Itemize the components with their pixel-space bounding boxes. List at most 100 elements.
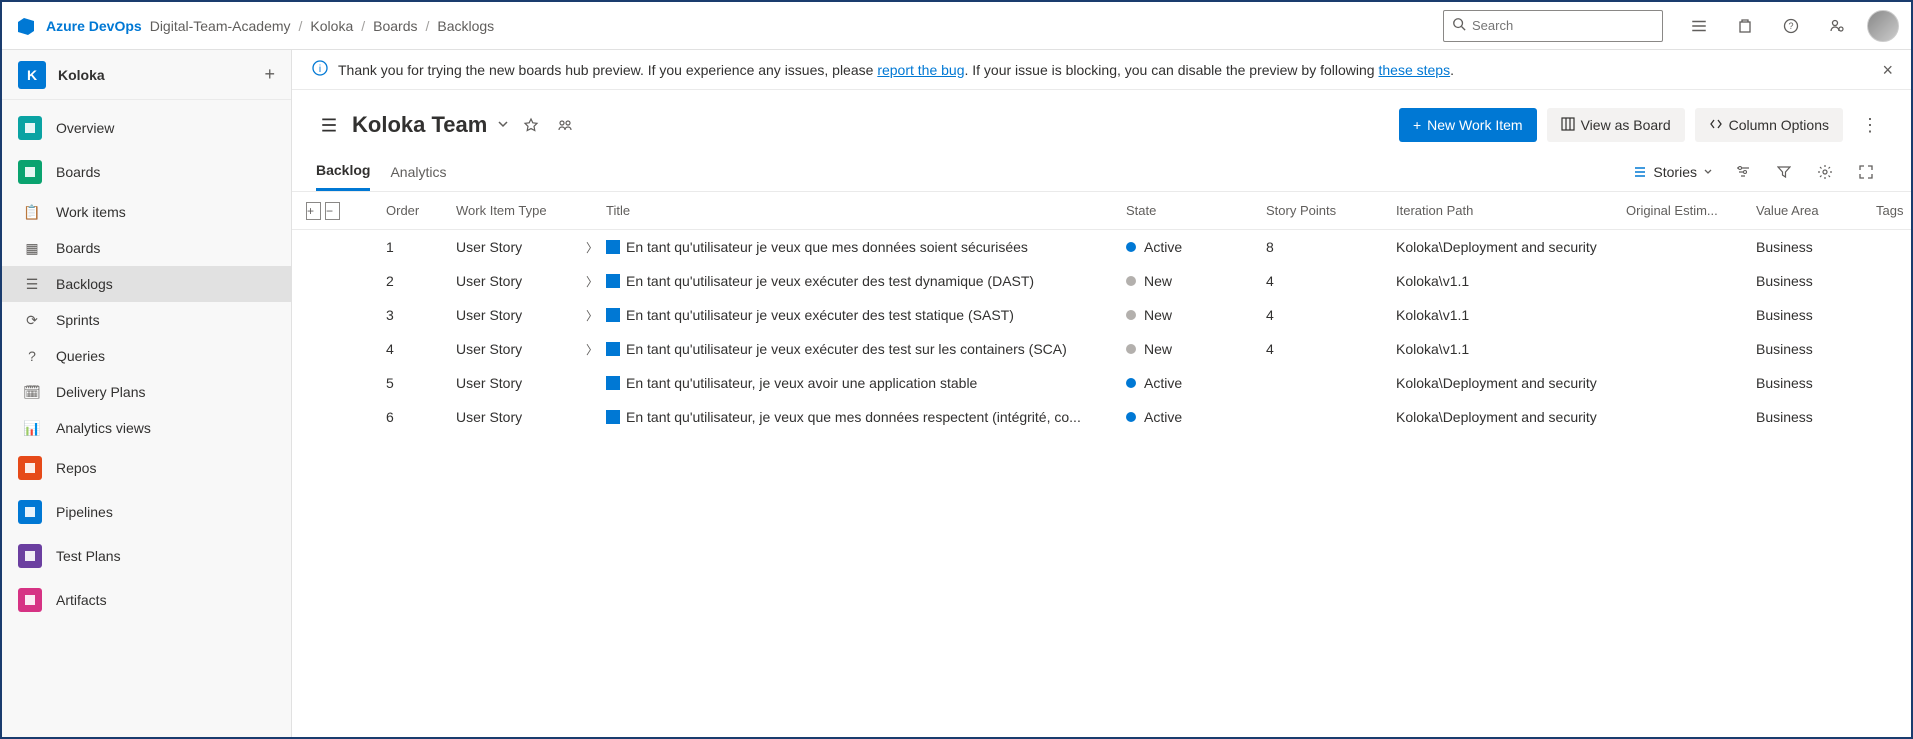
breadcrumb-item[interactable]: Koloka bbox=[310, 18, 353, 34]
team-members-icon[interactable] bbox=[553, 113, 577, 137]
sidebar-sub-label: Sprints bbox=[56, 312, 100, 328]
sidebar-sub-analytics-views[interactable]: 📊Analytics views bbox=[2, 410, 291, 446]
favorite-star-icon[interactable] bbox=[519, 113, 543, 137]
more-actions-icon[interactable]: ⋮ bbox=[1853, 115, 1887, 136]
user-settings-icon[interactable] bbox=[1821, 10, 1853, 42]
sidebar-sub-queries[interactable]: ?Queries bbox=[2, 338, 291, 374]
filter-icon[interactable] bbox=[1773, 161, 1795, 183]
cell-title[interactable]: En tant qu'utilisateur, je veux que mes … bbox=[606, 409, 1126, 425]
new-work-item-button[interactable]: + New Work Item bbox=[1399, 108, 1537, 142]
col-title[interactable]: Title bbox=[606, 203, 1126, 218]
cell-iteration: Koloka\Deployment and security bbox=[1396, 409, 1626, 425]
sidebar-sub-sprints[interactable]: ⟳Sprints bbox=[2, 302, 291, 338]
table-row[interactable]: 1 User Story 〉 En tant qu'utilisateur je… bbox=[292, 230, 1911, 264]
table-row[interactable]: 2 User Story 〉 En tant qu'utilisateur je… bbox=[292, 264, 1911, 298]
nav: OverviewBoards📋Work items▦Boards☰Backlog… bbox=[2, 100, 291, 622]
collapse-all-button[interactable]: − bbox=[325, 202, 340, 220]
col-value-area[interactable]: Value Area bbox=[1756, 203, 1876, 218]
column-options-button[interactable]: Column Options bbox=[1695, 108, 1843, 142]
sidebar-item-label: Repos bbox=[56, 460, 96, 476]
tab-backlog[interactable]: Backlog bbox=[316, 152, 370, 191]
table-row[interactable]: 5 User Story En tant qu'utilisateur, je … bbox=[292, 366, 1911, 400]
cell-type: User Story bbox=[456, 375, 586, 391]
banner-link-report[interactable]: report the bug bbox=[877, 62, 964, 78]
overview-icon bbox=[18, 116, 42, 140]
banner-link-steps[interactable]: these steps bbox=[1378, 62, 1450, 78]
view-as-board-button[interactable]: View as Board bbox=[1547, 108, 1685, 142]
svg-text:?: ? bbox=[1788, 21, 1793, 31]
sidebar-sub-delivery-plans[interactable]: 🗓Delivery Plans bbox=[2, 374, 291, 410]
col-points[interactable]: Story Points bbox=[1266, 203, 1396, 218]
sidebar-sub-boards[interactable]: ▦Boards bbox=[2, 230, 291, 266]
settings-list-icon[interactable] bbox=[1683, 10, 1715, 42]
col-iteration[interactable]: Iteration Path bbox=[1396, 203, 1626, 218]
cell-title[interactable]: En tant qu'utilisateur je veux exécuter … bbox=[606, 307, 1126, 323]
expand-chevron-icon[interactable]: 〉 bbox=[586, 275, 598, 289]
user-story-icon bbox=[606, 240, 620, 254]
sidebar-item-boards[interactable]: Boards bbox=[2, 150, 291, 194]
close-icon[interactable]: × bbox=[1882, 60, 1893, 81]
breadcrumb-item[interactable]: Backlogs bbox=[437, 18, 494, 34]
col-tags[interactable]: Tags bbox=[1876, 203, 1911, 218]
expand-chevron-icon[interactable]: 〉 bbox=[586, 309, 598, 323]
sidebar-sub-work-items[interactable]: 📋Work items bbox=[2, 194, 291, 230]
breadcrumb-sep: / bbox=[425, 18, 429, 34]
state-dot-icon bbox=[1126, 344, 1136, 354]
cell-type: User Story bbox=[456, 239, 586, 255]
breadcrumb-item[interactable]: Boards bbox=[373, 18, 417, 34]
col-type[interactable]: Work Item Type bbox=[456, 203, 586, 218]
sidebar-sub-backlogs[interactable]: ☰Backlogs bbox=[2, 266, 291, 302]
cell-order: 2 bbox=[386, 273, 456, 289]
sidebar-item-label: Test Plans bbox=[56, 548, 121, 564]
sidebar-item-artifacts[interactable]: Artifacts bbox=[2, 578, 291, 622]
new-item-icon[interactable]: + bbox=[264, 64, 275, 85]
col-order[interactable]: Order bbox=[386, 203, 456, 218]
cell-title[interactable]: En tant qu'utilisateur je veux que mes d… bbox=[606, 239, 1126, 255]
sidebar-item-pipelines[interactable]: Pipelines bbox=[2, 490, 291, 534]
cell-value-area: Business bbox=[1756, 307, 1876, 323]
backlog-level-picker[interactable]: Stories bbox=[1633, 164, 1713, 180]
cell-type: User Story bbox=[456, 307, 586, 323]
sidebar-sub-label: Work items bbox=[56, 204, 126, 220]
cell-title[interactable]: En tant qu'utilisateur, je veux avoir un… bbox=[606, 375, 1126, 391]
cell-order: 1 bbox=[386, 239, 456, 255]
expand-chevron-icon[interactable]: 〉 bbox=[586, 241, 598, 255]
sidebar-sub-label: Queries bbox=[56, 348, 105, 364]
avatar[interactable] bbox=[1867, 10, 1899, 42]
cell-title[interactable]: En tant qu'utilisateur je veux exécuter … bbox=[606, 341, 1126, 357]
sidebar-item-label: Pipelines bbox=[56, 504, 113, 520]
sidebar-item-test-plans[interactable]: Test Plans bbox=[2, 534, 291, 578]
main-content: i Thank you for trying the new boards hu… bbox=[292, 50, 1911, 737]
team-selector[interactable]: Koloka Team bbox=[352, 112, 509, 138]
info-banner: i Thank you for trying the new boards hu… bbox=[292, 50, 1911, 90]
table-row[interactable]: 3 User Story 〉 En tant qu'utilisateur je… bbox=[292, 298, 1911, 332]
cell-points: 4 bbox=[1266, 307, 1396, 323]
table-row[interactable]: 4 User Story 〉 En tant qu'utilisateur je… bbox=[292, 332, 1911, 366]
state-dot-icon bbox=[1126, 276, 1136, 286]
cell-title[interactable]: En tant qu'utilisateur je veux exécuter … bbox=[606, 273, 1126, 289]
backlog-selector-icon[interactable] bbox=[316, 112, 342, 138]
sidebar-item-repos[interactable]: Repos bbox=[2, 446, 291, 490]
col-state[interactable]: State bbox=[1126, 203, 1266, 218]
breadcrumb-item[interactable]: Digital-Team-Academy bbox=[150, 18, 291, 34]
expand-chevron-icon[interactable]: 〉 bbox=[586, 343, 598, 357]
search-box[interactable] bbox=[1443, 10, 1663, 42]
filter-settings-icon[interactable] bbox=[1731, 160, 1755, 184]
gear-icon[interactable] bbox=[1813, 160, 1837, 184]
cell-iteration: Koloka\v1.1 bbox=[1396, 341, 1626, 357]
table-row[interactable]: 6 User Story En tant qu'utilisateur, je … bbox=[292, 400, 1911, 434]
brand-link[interactable]: Azure DevOps bbox=[46, 18, 142, 34]
marketplace-icon[interactable] bbox=[1729, 10, 1761, 42]
cell-state: Active bbox=[1126, 239, 1266, 255]
cell-value-area: Business bbox=[1756, 239, 1876, 255]
tab-analytics[interactable]: Analytics bbox=[390, 154, 446, 190]
col-estimate[interactable]: Original Estim... bbox=[1626, 203, 1756, 218]
azure-devops-logo-icon[interactable] bbox=[14, 14, 38, 38]
fullscreen-icon[interactable] bbox=[1855, 161, 1877, 183]
sidebar-item-label: Artifacts bbox=[56, 592, 107, 608]
search-input[interactable] bbox=[1472, 18, 1654, 33]
expand-all-button[interactable]: + bbox=[306, 202, 321, 220]
sidebar-item-overview[interactable]: Overview bbox=[2, 106, 291, 150]
project-selector[interactable]: K Koloka + bbox=[2, 50, 291, 100]
help-icon[interactable]: ? bbox=[1775, 10, 1807, 42]
